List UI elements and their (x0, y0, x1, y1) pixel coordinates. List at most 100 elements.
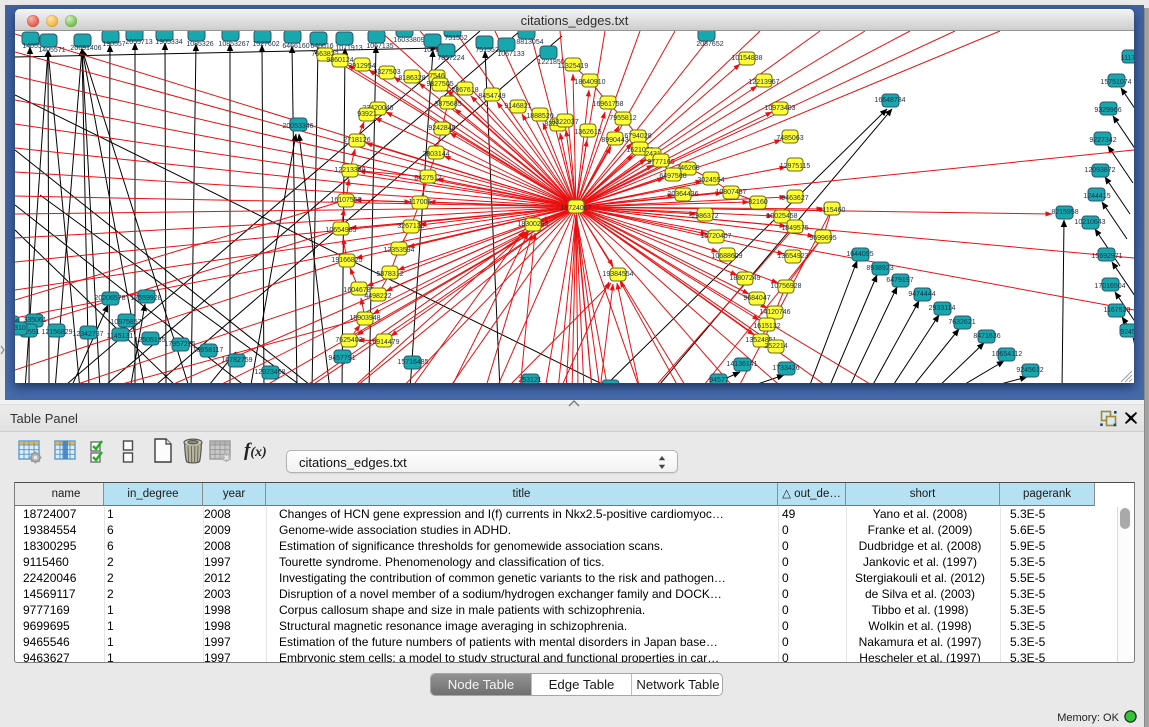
svg-text:8938923: 8938923 (866, 265, 893, 272)
svg-text:15751074: 15751074 (1100, 79, 1131, 86)
svg-text:16961758: 16961758 (592, 101, 623, 108)
svg-text:8454749: 8454749 (478, 93, 505, 100)
svg-text:10958117: 10958117 (193, 347, 224, 354)
svg-text:10210643: 10210643 (1074, 219, 1105, 226)
svg-text:12923468: 12923468 (254, 369, 285, 376)
svg-text:1244415: 1244415 (1083, 193, 1110, 200)
svg-text:12975115: 12975115 (780, 163, 811, 170)
svg-text:1067135: 1067135 (366, 43, 393, 50)
svg-text:9474444: 9474444 (908, 291, 935, 298)
svg-text:10154838: 10154838 (731, 55, 762, 62)
svg-text:2867618: 2867618 (451, 87, 478, 94)
svg-text:20691406: 20691406 (70, 45, 101, 52)
svg-text:15716485: 15716485 (397, 359, 428, 366)
svg-text:93921: 93921 (357, 111, 377, 118)
svg-text:1527602: 1527602 (252, 41, 279, 48)
svg-text:10807487: 10807487 (715, 189, 746, 196)
svg-text:10756928: 10756928 (770, 283, 801, 290)
svg-text:12342737: 12342737 (72, 331, 103, 338)
svg-text:6466160: 6466160 (282, 43, 309, 50)
svg-text:20053346: 20053346 (282, 123, 313, 130)
svg-text:117006: 117006 (409, 199, 432, 206)
svg-text:16914479: 16914479 (368, 339, 399, 346)
svg-text:12156829: 12156829 (41, 329, 72, 336)
svg-text:1849575: 1849575 (781, 225, 808, 232)
svg-text:9699695: 9699695 (809, 235, 836, 242)
svg-text:8813054: 8813054 (516, 39, 543, 46)
svg-text:2087652: 2087652 (696, 41, 723, 48)
svg-text:11171: 11171 (1121, 55, 1134, 62)
svg-text:8186328: 8186328 (398, 75, 425, 82)
svg-text:10975857: 10975857 (110, 319, 141, 326)
svg-text:1362615: 1362615 (574, 129, 601, 136)
svg-text:9457791: 9457791 (328, 355, 355, 362)
svg-text:7485063: 7485063 (776, 135, 803, 142)
svg-text:18724007: 18724007 (560, 205, 591, 212)
svg-text:12353594: 12353594 (383, 247, 414, 254)
svg-text:13654923: 13654923 (777, 253, 808, 260)
svg-text:9327505: 9327505 (426, 81, 453, 88)
svg-text:10654112: 10654112 (992, 351, 1023, 358)
svg-text:10688609: 10688609 (711, 253, 742, 260)
svg-text:15903948: 15903948 (349, 315, 380, 322)
svg-text:16782759: 16782759 (221, 357, 252, 364)
svg-text:3267130: 3267130 (397, 223, 424, 230)
svg-text:8427512: 8427512 (414, 175, 441, 182)
svg-text:1905334: 1905334 (155, 39, 182, 46)
svg-text:10654985: 10654985 (325, 227, 356, 234)
svg-text:1145131: 1145131 (107, 333, 134, 340)
svg-text:12093872: 12093872 (1084, 167, 1115, 174)
svg-text:8215958: 8215958 (1051, 209, 1078, 216)
svg-text:11325419: 11325419 (558, 63, 589, 70)
svg-text:15720407: 15720407 (700, 233, 731, 240)
svg-text:9463627: 9463627 (781, 195, 808, 202)
svg-text:14136141: 14136141 (726, 361, 757, 368)
svg-text:7632621: 7632621 (948, 319, 975, 326)
svg-text:82160: 82160 (748, 199, 768, 206)
svg-text:9777169: 9777169 (647, 159, 674, 166)
svg-text:1888520: 1888520 (526, 113, 553, 120)
svg-text:6479197: 6479197 (886, 277, 913, 284)
svg-text:5878312: 5878312 (376, 271, 403, 278)
svg-text:17957275: 17957275 (164, 341, 195, 348)
svg-text:14120746: 14120746 (759, 309, 790, 316)
svg-text:9329966: 9329966 (1094, 107, 1121, 114)
svg-text:751552: 751552 (444, 35, 467, 42)
svg-text:252214: 252214 (764, 343, 787, 350)
svg-text:7625402: 7625402 (335, 337, 362, 344)
svg-text:9684047: 9684047 (743, 295, 770, 302)
svg-text:1733426: 1733426 (772, 365, 799, 372)
svg-text:253121: 253121 (518, 377, 541, 383)
svg-text:12213967: 12213967 (748, 79, 779, 86)
svg-text:2055713: 2055713 (125, 39, 152, 46)
svg-text:16648784: 16648784 (874, 97, 905, 104)
svg-text:9242848: 9242848 (428, 125, 455, 132)
svg-text:9327503: 9327503 (373, 69, 400, 76)
svg-text:6497568: 6497568 (659, 173, 686, 180)
svg-text:3875685: 3875685 (434, 101, 461, 108)
svg-text:20364436: 20364436 (667, 191, 698, 198)
svg-text:2933114: 2933114 (929, 305, 956, 312)
svg-text:8471636: 8471636 (973, 333, 1000, 340)
svg-text:9310: 9310 (15, 325, 26, 332)
svg-text:16107553: 16107553 (330, 197, 361, 204)
svg-text:6794028: 6794028 (624, 133, 651, 140)
svg-text:10025458: 10025458 (766, 213, 797, 220)
svg-text:8322037: 8322037 (551, 119, 578, 126)
svg-text:9115460: 9115460 (819, 207, 846, 214)
svg-text:18300295: 18300295 (517, 221, 548, 228)
svg-text:20206578: 20206578 (94, 295, 125, 302)
svg-text:7857224: 7857224 (437, 55, 464, 62)
svg-text:1071913: 1071913 (335, 45, 362, 52)
svg-text:1615132: 1615132 (753, 323, 780, 330)
svg-text:18807249: 18807249 (729, 275, 760, 282)
svg-text:94577: 94577 (709, 377, 729, 383)
svg-text:10973403: 10973403 (764, 105, 795, 112)
svg-text:1085326: 1085326 (186, 41, 213, 48)
svg-text:15692971: 15692971 (1091, 253, 1122, 260)
svg-text:19166825: 19166825 (331, 257, 362, 264)
svg-text:1067133: 1067133 (497, 51, 524, 58)
svg-text:10853267: 10853267 (218, 41, 249, 48)
svg-text:9227342: 9227342 (1089, 137, 1116, 144)
svg-text:16033809: 16033809 (393, 37, 424, 44)
